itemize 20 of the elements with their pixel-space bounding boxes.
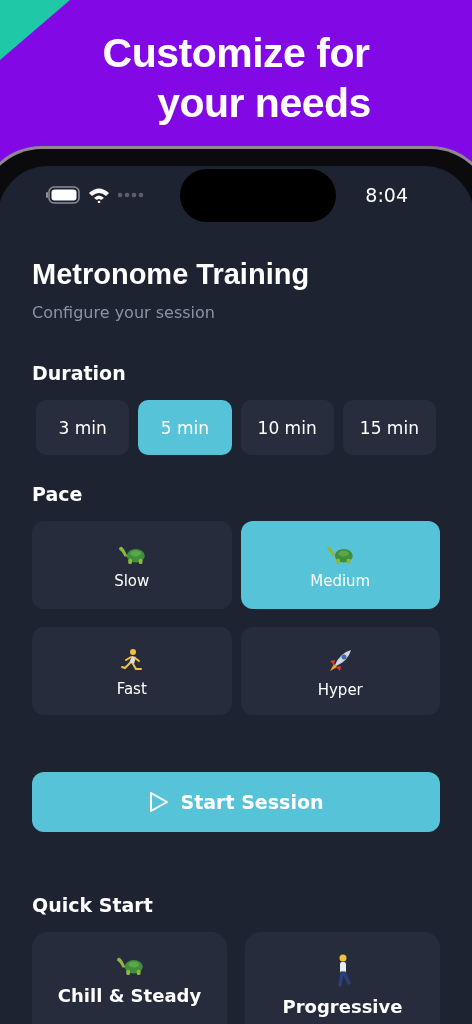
page-subtitle: Configure your session (32, 303, 216, 322)
page-title: Metronome Training (32, 258, 311, 291)
headline: Customize for your needs (101, 29, 371, 128)
duration-option[interactable]: 15 min (342, 400, 436, 455)
section-heading: Duration (32, 362, 127, 384)
quick-start-card[interactable]: Progressive (245, 932, 440, 1024)
pace-option[interactable]: Slow (32, 521, 232, 609)
duration-option[interactable]: 3 min (36, 400, 130, 455)
duration-option[interactable]: 10 min (240, 400, 334, 455)
play-icon (148, 791, 169, 813)
status-time: 8:04 (365, 184, 409, 206)
corner-stripe (0, 0, 70, 60)
battery-icon (46, 186, 80, 204)
pace-option[interactable]: Fast (32, 627, 232, 715)
section-heading: Pace (32, 483, 84, 505)
quick-start-card[interactable]: Chill & Steady (32, 932, 227, 1024)
section-heading: Quick Start (32, 894, 154, 916)
wifi-icon (88, 187, 110, 203)
signal-dots-icon (118, 192, 144, 198)
pace-option[interactable]: Hyper (240, 627, 440, 715)
